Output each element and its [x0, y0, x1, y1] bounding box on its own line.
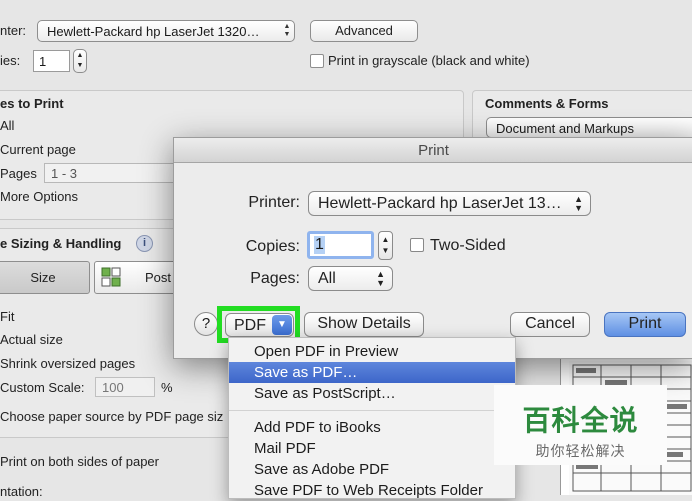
advanced-button[interactable]: Advanced — [310, 20, 418, 42]
pages-value: All — [318, 270, 336, 287]
two-sided-label: Two-Sided — [430, 237, 506, 254]
pages-range-value: 1 - 3 — [51, 166, 78, 181]
bg-printer-label: nter: — [0, 23, 27, 38]
comments-value: Document and Markups — [496, 121, 635, 136]
help-icon: ? — [201, 315, 211, 332]
custom-scale-field[interactable]: 100 — [95, 377, 155, 397]
printer-arrows-icon: ▲ ▼ — [574, 194, 583, 213]
copies-stepper[interactable]: ▲ ▼ — [378, 231, 393, 260]
pages-range-field[interactable]: 1 - 3 — [44, 163, 179, 183]
pages-label: Pages: — [250, 270, 300, 287]
bg-printer-popup[interactable]: Hewlett-Packard hp LaserJet 1320… ▲ ▼ — [37, 20, 295, 42]
print-button[interactable]: Print — [604, 312, 686, 337]
opt-more-options[interactable]: More Options — [0, 189, 78, 204]
size-button[interactable]: Size — [0, 261, 90, 294]
copies-field[interactable]: 1 — [307, 231, 374, 259]
dialog-titlebar: Print — [174, 138, 692, 163]
opt-custom-scale[interactable]: Custom Scale: — [0, 380, 85, 395]
pages-to-print-heading: es to Print — [0, 96, 64, 111]
dialog-title: Print — [418, 142, 449, 159]
menu-item-save-pdf-to-web-receipts[interactable]: Save PDF to Web Receipts Folder — [229, 480, 515, 501]
menu-item-add-pdf-to-ibooks[interactable]: Add PDF to iBooks — [229, 417, 515, 438]
bg-copies-stepper[interactable]: ▲ ▼ — [73, 49, 87, 73]
show-details-button[interactable]: Show Details — [304, 312, 424, 337]
bg-copies-field[interactable]: 1 — [33, 50, 70, 72]
printer-label: Printer: — [248, 194, 300, 211]
pdf-button-label: PDF — [234, 317, 266, 334]
pdf-dropdown-icon: ▼ — [272, 315, 292, 335]
percent-label: % — [161, 380, 173, 395]
opt-pages[interactable]: Pages — [0, 166, 37, 181]
two-sided-checkbox[interactable] — [410, 238, 424, 252]
menu-item-mail-pdf[interactable]: Mail PDF — [229, 438, 515, 459]
page-sizing-heading: e Sizing & Handling — [0, 236, 122, 251]
opt-actual-size[interactable]: Actual size — [0, 332, 63, 347]
menu-item-save-as-pdf[interactable]: Save as PDF… — [229, 362, 515, 383]
grayscale-checkbox[interactable] — [310, 54, 324, 68]
custom-scale-value: 100 — [102, 380, 124, 395]
menu-item-save-as-adobe-pdf[interactable]: Save as Adobe PDF — [229, 459, 515, 480]
bg-copies-label: ies: — [0, 53, 21, 68]
bg-printer-arrows-icon: ▲ ▼ — [283, 23, 291, 38]
copies-value: 1 — [314, 236, 325, 254]
copies-label: Copies: — [245, 238, 300, 255]
size-button-label: Size — [30, 270, 56, 285]
watermark-subtitle: 助你轻松解决 — [535, 443, 626, 459]
printer-popup[interactable]: Hewlett-Packard hp LaserJet 13… ▲ ▼ — [308, 191, 591, 216]
menu-item-save-as-postscript[interactable]: Save as PostScript… — [229, 383, 515, 404]
watermark-logo: 百科全说 助你轻松解决 — [494, 385, 667, 465]
printer-value: Hewlett-Packard hp LaserJet 13… — [318, 195, 562, 212]
pdf-menu: Open PDF in Preview Save as PDF… Save as… — [228, 337, 516, 499]
cancel-button[interactable]: Cancel — [510, 312, 590, 337]
info-icon[interactable]: i — [136, 235, 153, 252]
opt-all[interactable]: All — [0, 118, 14, 133]
opt-fit[interactable]: Fit — [0, 309, 14, 324]
menu-separator — [229, 410, 515, 411]
comments-forms-heading: Comments & Forms — [485, 96, 609, 111]
bg-printer-value: Hewlett-Packard hp LaserJet 1320… — [47, 24, 260, 39]
pages-arrows-icon: ▲ ▼ — [376, 269, 385, 288]
both-sides-label[interactable]: Print on both sides of paper — [0, 454, 159, 469]
menu-item-open-pdf-in-preview[interactable]: Open PDF in Preview — [229, 341, 515, 362]
orientation-label: ntation: — [0, 484, 43, 499]
pages-popup[interactable]: All ▲ ▼ — [308, 266, 393, 291]
bg-copies-value: 1 — [39, 54, 47, 69]
paper-source-label[interactable]: Choose paper source by PDF page siz — [0, 409, 223, 424]
opt-current-page[interactable]: Current page — [0, 142, 76, 157]
print-dialog: Print Printer: Hewlett-Packard hp LaserJ… — [173, 137, 692, 359]
grayscale-label: Print in grayscale (black and white) — [328, 53, 530, 68]
poster-button[interactable]: Post — [94, 261, 184, 294]
comments-popup[interactable]: Document and Markups — [486, 117, 692, 138]
opt-shrink[interactable]: Shrink oversized pages — [0, 356, 135, 371]
poster-icon — [101, 267, 121, 287]
watermark-title: 百科全说 — [522, 405, 639, 436]
help-button[interactable]: ? — [194, 312, 218, 336]
poster-button-label: Post — [145, 270, 172, 285]
pdf-button[interactable]: PDF ▼ — [225, 313, 294, 337]
